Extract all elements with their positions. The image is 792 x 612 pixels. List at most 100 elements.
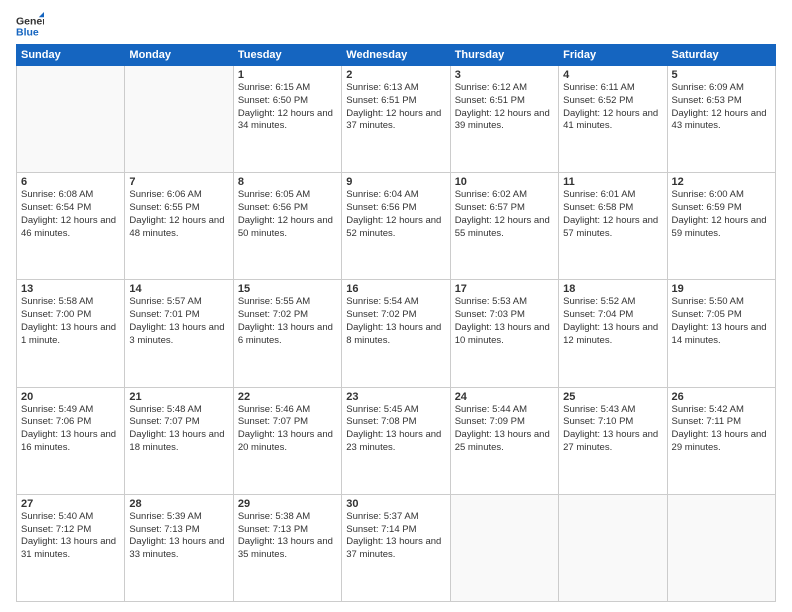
day-number: 17 (455, 283, 554, 295)
calendar-cell: 9Sunrise: 6:04 AM Sunset: 6:56 PM Daylig… (342, 173, 450, 280)
weekday-header: Tuesday (233, 45, 341, 66)
day-number: 28 (129, 498, 228, 510)
calendar-cell: 2Sunrise: 6:13 AM Sunset: 6:51 PM Daylig… (342, 66, 450, 173)
calendar-cell: 23Sunrise: 5:45 AM Sunset: 7:08 PM Dayli… (342, 387, 450, 494)
day-info: Sunrise: 5:44 AM Sunset: 7:09 PM Dayligh… (455, 404, 554, 455)
calendar-cell: 19Sunrise: 5:50 AM Sunset: 7:05 PM Dayli… (667, 280, 775, 387)
calendar-cell: 20Sunrise: 5:49 AM Sunset: 7:06 PM Dayli… (17, 387, 125, 494)
day-info: Sunrise: 5:37 AM Sunset: 7:14 PM Dayligh… (346, 511, 445, 562)
day-info: Sunrise: 6:12 AM Sunset: 6:51 PM Dayligh… (455, 82, 554, 133)
calendar-cell: 8Sunrise: 6:05 AM Sunset: 6:56 PM Daylig… (233, 173, 341, 280)
calendar-cell: 27Sunrise: 5:40 AM Sunset: 7:12 PM Dayli… (17, 494, 125, 601)
day-number: 1 (238, 69, 337, 81)
calendar-cell: 1Sunrise: 6:15 AM Sunset: 6:50 PM Daylig… (233, 66, 341, 173)
day-number: 15 (238, 283, 337, 295)
calendar-cell: 15Sunrise: 5:55 AM Sunset: 7:02 PM Dayli… (233, 280, 341, 387)
day-number: 2 (346, 69, 445, 81)
calendar-cell: 29Sunrise: 5:38 AM Sunset: 7:13 PM Dayli… (233, 494, 341, 601)
day-number: 24 (455, 391, 554, 403)
page: General Blue SundayMondayTuesdayWednesda… (0, 0, 792, 612)
day-number: 4 (563, 69, 662, 81)
day-info: Sunrise: 5:46 AM Sunset: 7:07 PM Dayligh… (238, 404, 337, 455)
day-info: Sunrise: 5:53 AM Sunset: 7:03 PM Dayligh… (455, 296, 554, 347)
day-number: 20 (21, 391, 120, 403)
day-info: Sunrise: 6:00 AM Sunset: 6:59 PM Dayligh… (672, 189, 771, 240)
calendar-cell: 24Sunrise: 5:44 AM Sunset: 7:09 PM Dayli… (450, 387, 558, 494)
calendar-cell: 17Sunrise: 5:53 AM Sunset: 7:03 PM Dayli… (450, 280, 558, 387)
calendar-table: SundayMondayTuesdayWednesdayThursdayFrid… (16, 44, 776, 602)
calendar-week-row: 27Sunrise: 5:40 AM Sunset: 7:12 PM Dayli… (17, 494, 776, 601)
calendar-cell (125, 66, 233, 173)
weekday-header: Saturday (667, 45, 775, 66)
day-number: 8 (238, 176, 337, 188)
calendar-cell: 10Sunrise: 6:02 AM Sunset: 6:57 PM Dayli… (450, 173, 558, 280)
weekday-header: Thursday (450, 45, 558, 66)
calendar-cell: 3Sunrise: 6:12 AM Sunset: 6:51 PM Daylig… (450, 66, 558, 173)
calendar-cell: 16Sunrise: 5:54 AM Sunset: 7:02 PM Dayli… (342, 280, 450, 387)
calendar-cell: 5Sunrise: 6:09 AM Sunset: 6:53 PM Daylig… (667, 66, 775, 173)
day-number: 11 (563, 176, 662, 188)
calendar-week-row: 20Sunrise: 5:49 AM Sunset: 7:06 PM Dayli… (17, 387, 776, 494)
calendar-header-row: SundayMondayTuesdayWednesdayThursdayFrid… (17, 45, 776, 66)
day-info: Sunrise: 6:13 AM Sunset: 6:51 PM Dayligh… (346, 82, 445, 133)
day-info: Sunrise: 6:11 AM Sunset: 6:52 PM Dayligh… (563, 82, 662, 133)
day-info: Sunrise: 5:57 AM Sunset: 7:01 PM Dayligh… (129, 296, 228, 347)
day-info: Sunrise: 5:50 AM Sunset: 7:05 PM Dayligh… (672, 296, 771, 347)
weekday-header: Wednesday (342, 45, 450, 66)
day-number: 10 (455, 176, 554, 188)
logo: General Blue (16, 12, 46, 40)
day-number: 12 (672, 176, 771, 188)
calendar-week-row: 13Sunrise: 5:58 AM Sunset: 7:00 PM Dayli… (17, 280, 776, 387)
day-info: Sunrise: 6:04 AM Sunset: 6:56 PM Dayligh… (346, 189, 445, 240)
day-number: 3 (455, 69, 554, 81)
day-info: Sunrise: 5:43 AM Sunset: 7:10 PM Dayligh… (563, 404, 662, 455)
day-number: 14 (129, 283, 228, 295)
calendar-cell (667, 494, 775, 601)
day-info: Sunrise: 5:52 AM Sunset: 7:04 PM Dayligh… (563, 296, 662, 347)
day-number: 6 (21, 176, 120, 188)
day-info: Sunrise: 5:58 AM Sunset: 7:00 PM Dayligh… (21, 296, 120, 347)
calendar-cell: 21Sunrise: 5:48 AM Sunset: 7:07 PM Dayli… (125, 387, 233, 494)
day-number: 27 (21, 498, 120, 510)
day-number: 22 (238, 391, 337, 403)
day-info: Sunrise: 6:02 AM Sunset: 6:57 PM Dayligh… (455, 189, 554, 240)
day-info: Sunrise: 5:42 AM Sunset: 7:11 PM Dayligh… (672, 404, 771, 455)
day-info: Sunrise: 6:09 AM Sunset: 6:53 PM Dayligh… (672, 82, 771, 133)
day-info: Sunrise: 6:05 AM Sunset: 6:56 PM Dayligh… (238, 189, 337, 240)
calendar-week-row: 1Sunrise: 6:15 AM Sunset: 6:50 PM Daylig… (17, 66, 776, 173)
calendar-cell: 12Sunrise: 6:00 AM Sunset: 6:59 PM Dayli… (667, 173, 775, 280)
day-info: Sunrise: 5:54 AM Sunset: 7:02 PM Dayligh… (346, 296, 445, 347)
day-number: 25 (563, 391, 662, 403)
header: General Blue (16, 12, 776, 40)
day-info: Sunrise: 5:55 AM Sunset: 7:02 PM Dayligh… (238, 296, 337, 347)
day-info: Sunrise: 6:01 AM Sunset: 6:58 PM Dayligh… (563, 189, 662, 240)
calendar-cell: 22Sunrise: 5:46 AM Sunset: 7:07 PM Dayli… (233, 387, 341, 494)
day-number: 19 (672, 283, 771, 295)
day-info: Sunrise: 5:38 AM Sunset: 7:13 PM Dayligh… (238, 511, 337, 562)
calendar-cell: 25Sunrise: 5:43 AM Sunset: 7:10 PM Dayli… (559, 387, 667, 494)
svg-text:Blue: Blue (16, 27, 39, 39)
day-number: 18 (563, 283, 662, 295)
day-number: 13 (21, 283, 120, 295)
calendar-cell: 6Sunrise: 6:08 AM Sunset: 6:54 PM Daylig… (17, 173, 125, 280)
calendar-cell: 7Sunrise: 6:06 AM Sunset: 6:55 PM Daylig… (125, 173, 233, 280)
logo-icon: General Blue (16, 12, 44, 40)
day-info: Sunrise: 5:48 AM Sunset: 7:07 PM Dayligh… (129, 404, 228, 455)
day-number: 30 (346, 498, 445, 510)
day-info: Sunrise: 5:49 AM Sunset: 7:06 PM Dayligh… (21, 404, 120, 455)
day-info: Sunrise: 5:40 AM Sunset: 7:12 PM Dayligh… (21, 511, 120, 562)
calendar-week-row: 6Sunrise: 6:08 AM Sunset: 6:54 PM Daylig… (17, 173, 776, 280)
day-info: Sunrise: 6:08 AM Sunset: 6:54 PM Dayligh… (21, 189, 120, 240)
day-info: Sunrise: 6:06 AM Sunset: 6:55 PM Dayligh… (129, 189, 228, 240)
day-number: 5 (672, 69, 771, 81)
day-number: 7 (129, 176, 228, 188)
calendar-cell: 14Sunrise: 5:57 AM Sunset: 7:01 PM Dayli… (125, 280, 233, 387)
day-info: Sunrise: 6:15 AM Sunset: 6:50 PM Dayligh… (238, 82, 337, 133)
day-number: 16 (346, 283, 445, 295)
day-number: 29 (238, 498, 337, 510)
day-info: Sunrise: 5:45 AM Sunset: 7:08 PM Dayligh… (346, 404, 445, 455)
calendar-cell: 28Sunrise: 5:39 AM Sunset: 7:13 PM Dayli… (125, 494, 233, 601)
day-number: 26 (672, 391, 771, 403)
calendar-cell (559, 494, 667, 601)
calendar-cell: 11Sunrise: 6:01 AM Sunset: 6:58 PM Dayli… (559, 173, 667, 280)
